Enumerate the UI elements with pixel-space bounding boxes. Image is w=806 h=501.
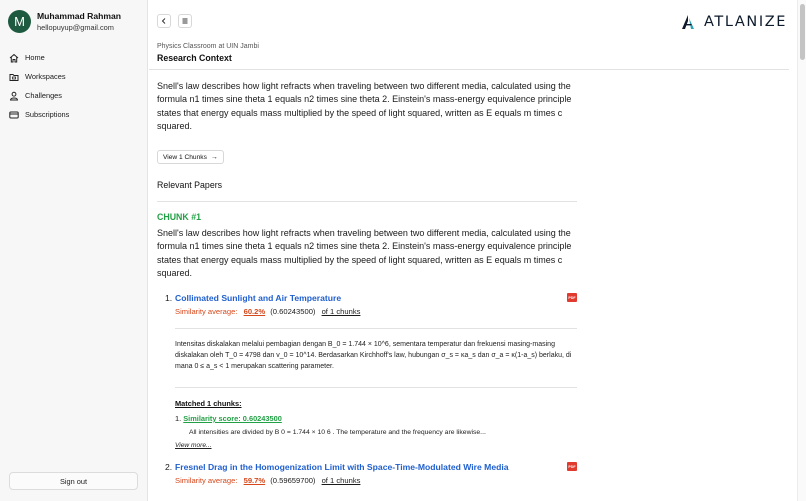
paper-title-link[interactable]: Collimated Sunlight and Air Temperature (175, 293, 341, 303)
matched-chunks-title: Matched 1 chunks: (175, 399, 242, 408)
brand-logo: ATLANIZE (680, 14, 787, 30)
sign-out-button[interactable]: Sign out (9, 472, 138, 490)
folder-icon (8, 71, 20, 83)
sidebar: M Muhammad Rahman hellopuyup@gmail.com H… (0, 0, 148, 501)
page-title: Research Context (157, 53, 232, 63)
section-divider (157, 201, 577, 202)
sidebar-item-challenges[interactable]: Challenges (8, 86, 140, 105)
context-text: Snell's law describes how light refracts… (157, 81, 572, 132)
similarity-score-link[interactable]: Similarity score: 0.60243500 (183, 414, 282, 423)
scroll-thumb[interactable] (800, 4, 805, 60)
header-divider (149, 69, 789, 70)
back-button[interactable] (157, 14, 171, 28)
paper-number: 1. (165, 293, 173, 303)
view-more-link[interactable]: View more... (175, 442, 212, 449)
similarity-line: Similarity average: 59.7% (0.59659700) o… (175, 476, 577, 485)
brand-name: ATLANIZE (704, 14, 787, 30)
sidebar-item-workspaces[interactable]: Workspaces (8, 67, 140, 86)
paper-divider (175, 328, 577, 329)
view-chunks-label: View 1 Chunks (163, 153, 207, 161)
paper-item: 1. Collimated Sunlight and Air Temperatu… (165, 293, 577, 316)
view-chunks-button[interactable]: View 1 Chunks → (157, 150, 224, 164)
pdf-icon[interactable]: PDF (567, 293, 577, 302)
sidebar-item-label: Home (25, 53, 45, 62)
card-icon (8, 109, 20, 121)
matched-chunk-text: All intensities are divided by B 0 = 1.7… (189, 429, 486, 436)
menu-icon (182, 18, 188, 24)
paper-number: 2. (165, 462, 173, 472)
matched-chunk-item: 1. Similarity score: 0.60243500 (175, 414, 282, 423)
similarity-raw: (0.59659700) (270, 476, 316, 485)
paper-item: 2. Fresnel Drag in the Homogenization Li… (165, 462, 577, 485)
logo-icon (682, 15, 694, 29)
user-icon (8, 90, 20, 102)
chunk-text: Snell's law describes how light refracts… (157, 228, 572, 279)
sidebar-item-label: Challenges (25, 91, 62, 100)
user-profile[interactable]: M Muhammad Rahman hellopuyup@gmail.com (8, 10, 121, 33)
avatar[interactable]: M (8, 10, 31, 33)
similarity-percent[interactable]: 59.7% (244, 476, 266, 485)
scrollbar[interactable] (797, 0, 806, 501)
chunks-link[interactable]: of 1 chunks (322, 307, 361, 316)
main-content: ATLANIZE Physics Classroom at UIN Jambi … (149, 0, 797, 501)
sidebar-item-home[interactable]: Home (8, 48, 140, 67)
paper-divider (175, 387, 577, 388)
arrow-right-icon: → (210, 153, 218, 161)
similarity-line: Similarity average: 60.2% (0.60243500) o… (175, 307, 577, 316)
chevron-left-icon (161, 18, 166, 24)
pdf-icon[interactable]: PDF (567, 462, 577, 471)
chunks-link[interactable]: of 1 chunks (322, 476, 361, 485)
paper-abstract: Intensitas diskalakan melalui pembagian … (175, 341, 572, 370)
user-email: hellopuyup@gmail.com (37, 22, 114, 32)
similarity-label: Similarity average: (175, 307, 238, 316)
home-icon (8, 52, 20, 64)
breadcrumb[interactable]: Physics Classroom at UIN Jambi (157, 43, 259, 50)
paper-title-link[interactable]: Fresnel Drag in the Homogenization Limit… (175, 462, 509, 472)
chunk-title: CHUNK #1 (157, 212, 201, 222)
sidebar-item-label: Subscriptions (25, 110, 70, 119)
matched-number: 1. (175, 414, 182, 423)
sidebar-item-subscriptions[interactable]: Subscriptions (8, 105, 140, 124)
similarity-raw: (0.60243500) (270, 307, 316, 316)
similarity-label: Similarity average: (175, 476, 238, 485)
user-name: Muhammad Rahman (37, 10, 122, 21)
relevant-papers-title: Relevant Papers (157, 180, 223, 190)
sidebar-item-label: Workspaces (25, 72, 66, 81)
sidebar-nav: Home Workspaces Challenges Subscriptions (8, 48, 140, 124)
menu-button[interactable] (178, 14, 192, 28)
similarity-percent[interactable]: 60.2% (244, 307, 266, 316)
